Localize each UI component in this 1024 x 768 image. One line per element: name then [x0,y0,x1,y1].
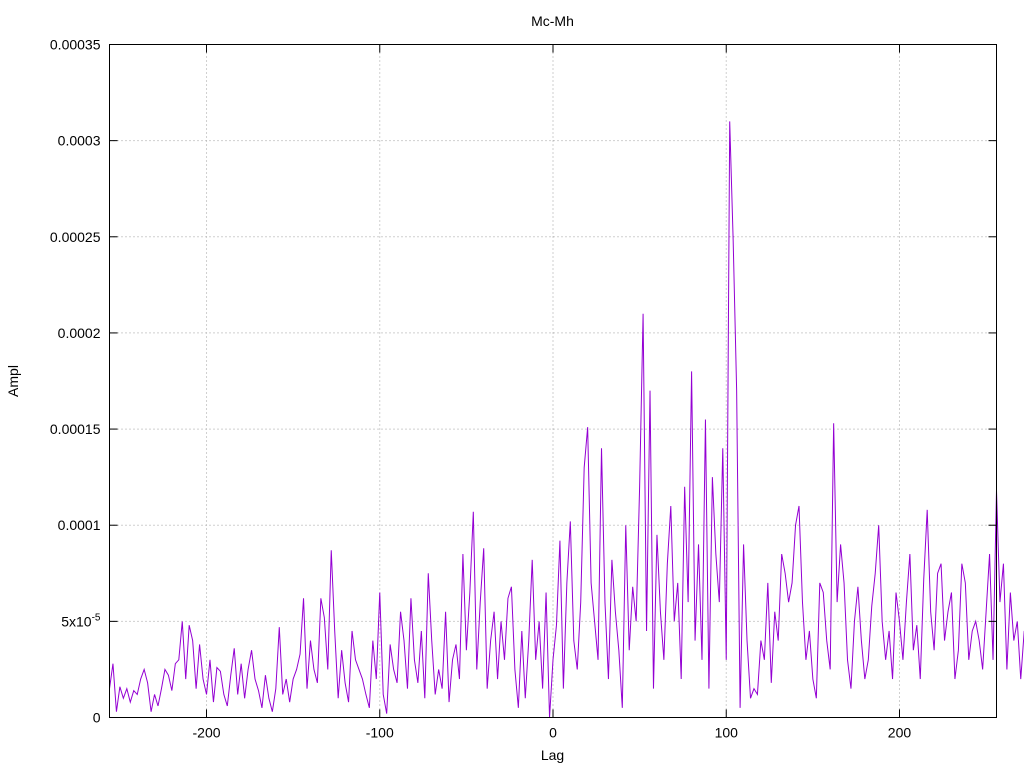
x-tick-label: -200 [193,725,221,741]
y-tick-label: 0.00015 [50,421,101,437]
chart-title: Mc-Mh [531,13,574,29]
x-tick-label: 200 [888,725,912,741]
y-tick-label: 0 [93,710,101,726]
grid-lines [109,44,997,718]
x-tick-label: -100 [366,725,394,741]
y-tick-label: 0.00025 [50,229,101,245]
y-tick-label: 0.0001 [58,517,101,533]
tick-labels: -200 -100 0 100 200 0 5x10-5 0.0001 0.00015 0.000… [50,37,911,741]
series-line [109,121,1024,718]
series-layer [109,121,1024,718]
chart: -200 -100 0 100 200 0 5x10-5 0.0001 0.00015 0.000… [0,0,1024,768]
x-tick-label: 100 [715,725,739,741]
y-axis-title: Ampl [5,365,21,397]
x-tick-label: 0 [549,725,557,741]
chart-svg: -200 -100 0 100 200 0 5x10-5 0.0001 0.00015 0.000… [5,13,1024,763]
y-tick-label: 5x10-5 [61,612,101,629]
y-tick-label: 0.00035 [50,37,101,53]
y-tick-label: 0.0003 [58,133,101,149]
y-tick-label: 0.0002 [58,325,101,341]
x-axis-title: Lag [541,747,564,763]
